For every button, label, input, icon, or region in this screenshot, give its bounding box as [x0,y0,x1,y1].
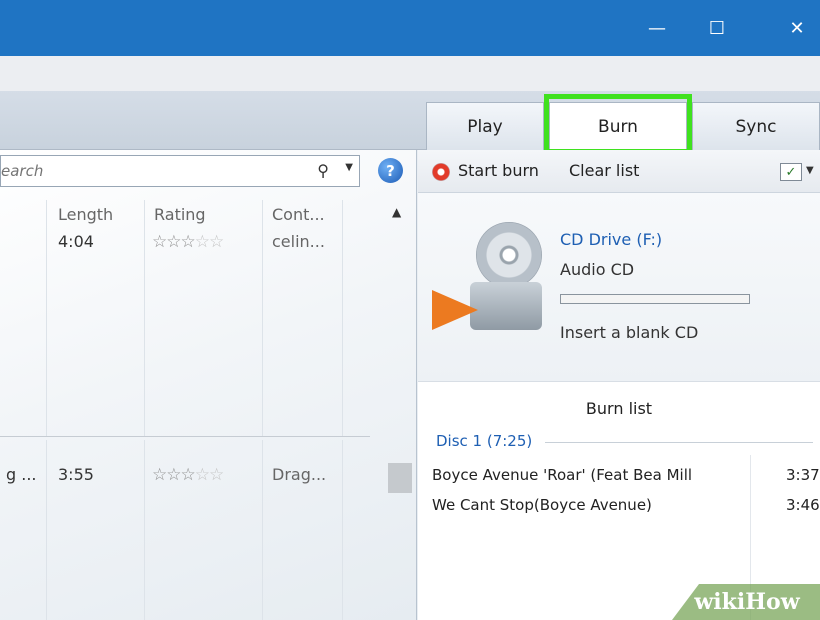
row-length: 3:55 [58,465,94,484]
burn-list-item[interactable]: We Cant Stop(Boyce Avenue) [432,496,652,514]
rating-stars[interactable]: ☆☆☆☆☆ [152,465,224,485]
help-icon[interactable]: ? [378,158,403,183]
close-button[interactable]: ✕ [774,0,820,56]
media-type: Audio CD [560,260,635,279]
tab-burn[interactable]: Burn [549,102,687,150]
burn-disc-icon[interactable] [432,163,450,181]
clear-list-button[interactable]: Clear list [569,161,639,180]
disc-divider [545,442,813,443]
cd-disc-icon [476,222,542,288]
search-icon[interactable]: ⚲ [317,161,329,180]
burn-list-title: Burn list [585,399,653,418]
burn-list-item[interactable]: Boyce Avenue 'Roar' (Feat Bea Mill [432,466,692,484]
maximize-button[interactable]: ☐ [694,0,740,56]
burn-progress-bar [560,294,750,304]
column-header-length[interactable]: Length [58,205,113,224]
column-header-contributing[interactable]: Cont... [272,205,325,224]
drive-name-link[interactable]: CD Drive (F:) [560,230,662,249]
tab-play[interactable]: Play [426,102,544,150]
group-divider [0,436,370,437]
rating-stars[interactable]: ☆☆☆☆☆ [152,232,224,252]
chevron-down-icon[interactable]: ▼ [806,165,814,176]
list-options-icon[interactable]: ✓ [780,163,802,181]
chevron-down-icon[interactable]: ▼ [345,162,353,173]
row-contributing-artist: Drag... [272,465,327,484]
row-title: g ... [6,465,37,484]
start-burn-button[interactable]: Start burn [458,161,539,180]
minimize-button[interactable]: — [634,0,680,56]
search-input[interactable] [1,156,293,186]
search-box[interactable]: ⚲ ▼ [0,155,360,187]
menu-bar [0,56,820,91]
insert-arrow-icon [432,290,478,330]
cd-drive-icon [470,282,542,330]
column-header-rating[interactable]: Rating [154,205,206,224]
drive-status: Insert a blank CD [560,323,699,342]
track-duration: 3:37 [786,466,820,484]
track-duration: 3:46 [786,496,820,514]
disc-label[interactable]: Disc 1 (7:25) [436,432,532,450]
row-length: 4:04 [58,232,94,251]
scroll-up-icon[interactable]: ▲ [392,205,401,219]
tab-sync[interactable]: Sync [692,102,820,150]
row-contributing-artist: celin... [272,232,325,251]
scrollbar-thumb[interactable] [388,463,412,493]
